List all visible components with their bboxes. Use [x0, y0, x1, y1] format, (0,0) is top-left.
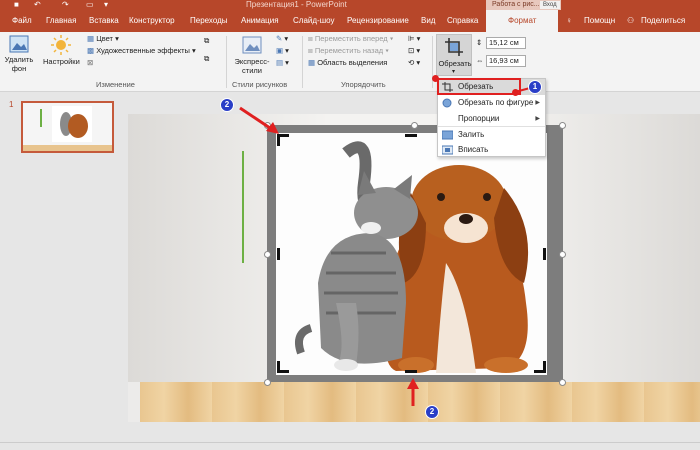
annotation-badge: 1	[528, 80, 542, 94]
annotation-badge: 2	[425, 405, 439, 419]
status-bar	[0, 442, 700, 450]
annotation-badge: 2	[220, 98, 234, 112]
annotation-arrows	[239, 87, 531, 406]
